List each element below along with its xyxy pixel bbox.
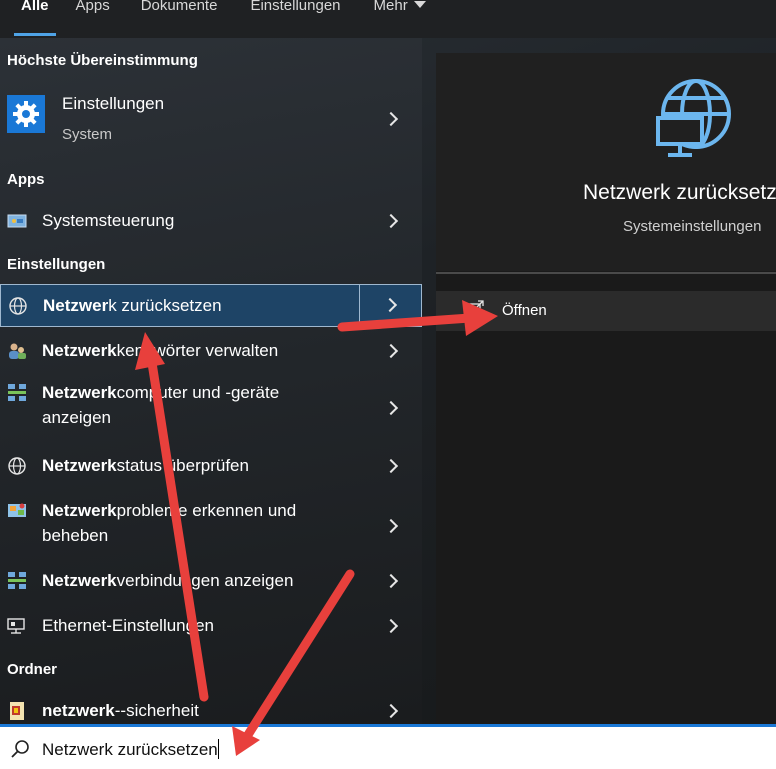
globe-monitor-icon <box>656 79 731 157</box>
filter-tabs: Alle Apps Dokumente Einstellungen Mehr <box>0 0 776 38</box>
search-bar[interactable]: Netzwerk zurücksetzen <box>0 724 776 769</box>
section-heading-apps: Apps <box>7 171 45 188</box>
result-label: Systemsteuerung <box>42 208 174 233</box>
chevron-right-icon[interactable] <box>383 213 399 229</box>
result-item-netzwerkprobleme[interactable]: Netzwerkprobleme erkennen und beheben <box>0 490 422 552</box>
open-action[interactable]: Öffnen <box>436 291 776 331</box>
section-heading-ordner: Ordner <box>7 661 58 678</box>
result-label-text: kennwörter verwalten <box>116 341 279 360</box>
divider <box>436 272 776 274</box>
result-item-netzwerkcomputer[interactable]: Netzwerkcomputer und -geräte anzeigen <box>0 372 422 434</box>
tab-apps[interactable]: Apps <box>70 0 131 38</box>
best-match-title: Einstellungen <box>62 94 165 113</box>
search-input-value: Netzwerk zurücksetzen <box>42 740 218 759</box>
result-label-line2: anzeigen <box>42 408 112 427</box>
open-external-icon <box>468 300 484 316</box>
result-label-text: status überprüfen <box>116 456 249 475</box>
result-item-systemsteuerung[interactable]: Systemsteuerung <box>0 200 422 242</box>
start-search-window: Alle Apps Dokumente Einstellungen Mehr H… <box>0 0 776 769</box>
result-label: Netzwerkcomputer und -geräte anzeigen <box>42 380 279 430</box>
search-icon <box>11 740 29 758</box>
result-label-match: Netzwerk <box>42 383 117 402</box>
folder-icon <box>10 702 24 720</box>
result-label: Netzwerkverbindungen anzeigen <box>42 568 293 593</box>
result-label-line2: beheben <box>42 526 109 545</box>
chevron-right-icon[interactable] <box>383 111 399 127</box>
chevron-right-icon[interactable] <box>383 703 399 719</box>
tab-einstellungen[interactable]: Einstellungen <box>238 0 361 38</box>
result-label-match: Netzwerk <box>42 571 117 590</box>
globe-icon <box>9 297 27 315</box>
section-heading-best-match: Höchste Übereinstimmung <box>7 52 198 69</box>
chevron-right-icon[interactable] <box>383 573 399 589</box>
results-panel: Höchste Übereinstimmung Einstellungen Sy… <box>0 38 422 724</box>
result-label-text: computer und -geräte <box>116 383 280 402</box>
result-label-text: probleme erkennen und <box>116 501 297 520</box>
preview-panel: Netzwerk zurücksetzen Systemeinstellunge… <box>436 53 776 724</box>
chevron-right-icon[interactable] <box>383 343 399 359</box>
result-label-text: k zurücksetzen <box>108 296 222 315</box>
chevron-right-icon[interactable] <box>383 618 399 634</box>
text-cursor <box>217 739 219 759</box>
result-label-match: Netzwerk <box>42 501 117 520</box>
search-input[interactable]: Netzwerk zurücksetzen <box>42 739 219 760</box>
tab-mehr[interactable]: Mehr <box>362 0 447 38</box>
result-label-text: Systemsteuerung <box>42 211 175 230</box>
best-match-subtitle: System <box>62 126 113 143</box>
network-grid-icon <box>8 572 26 589</box>
preview-subtitle: Systemeinstellungen <box>623 218 762 235</box>
chevron-down-icon <box>413 1 426 8</box>
result-label: Netzwerk zurücksetzen <box>43 293 222 318</box>
result-item-ethernet-einstellungen[interactable]: Ethernet-Einstellungen <box>0 605 422 647</box>
result-label-text: --sicherheit <box>114 701 199 720</box>
result-item-netzwerkverbindungen[interactable]: Netzwerkverbindungen anzeigen <box>0 560 422 602</box>
tab-dokumente[interactable]: Dokumente <box>131 0 239 38</box>
globe-icon <box>8 457 26 475</box>
tab-label: Alle <box>21 0 49 14</box>
result-label: Ethernet-Einstellungen <box>42 613 214 638</box>
section-heading-einstellungen: Einstellungen <box>7 256 106 273</box>
result-label-match: Netzwerk <box>42 456 117 475</box>
control-panel-icon <box>7 214 27 228</box>
gear-icon <box>7 95 45 133</box>
result-item-netzwerkkennwoerter[interactable]: Netzwerkkennwörter verwalten <box>0 330 422 372</box>
users-key-icon <box>9 343 26 359</box>
network-grid-icon <box>8 384 26 401</box>
result-label: Netzwerkprobleme erkennen und beheben <box>42 498 296 548</box>
open-action-label: Öffnen <box>502 302 547 319</box>
result-item-netzwerk-zuruecksetzen[interactable]: Netzwerk zurücksetzen <box>0 284 422 327</box>
tab-alle[interactable]: Alle <box>0 0 70 38</box>
chevron-right-icon[interactable] <box>382 297 398 313</box>
result-label: Netzwerkstatus überprüfen <box>42 453 249 478</box>
result-label-match: Netzwerk <box>42 341 117 360</box>
result-label: Netzwerkkennwörter verwalten <box>42 338 278 363</box>
result-label-match: netzwerk <box>42 701 115 720</box>
tab-label: Einstellungen <box>250 0 341 14</box>
result-item-netzwerkstatus[interactable]: Netzwerkstatus überprüfen <box>0 445 422 487</box>
divider <box>359 285 360 326</box>
preview-title: Netzwerk zurücksetzen <box>583 181 776 204</box>
best-match-item[interactable]: Einstellungen System <box>0 88 422 150</box>
chevron-right-icon[interactable] <box>383 400 399 416</box>
result-label: netzwerk--sicherheit <box>42 698 199 723</box>
monitor-network-icon <box>7 618 25 634</box>
result-label-match: Netzwer <box>43 296 109 315</box>
tab-label: Dokumente <box>140 0 218 14</box>
tab-label: Apps <box>75 0 110 14</box>
chevron-right-icon[interactable] <box>383 518 399 534</box>
tab-label: Mehr <box>373 0 408 14</box>
preview-header: Netzwerk zurücksetzen Systemeinstellunge… <box>436 53 776 271</box>
result-label-text: verbindungen anzeigen <box>116 571 294 590</box>
chevron-right-icon[interactable] <box>383 458 399 474</box>
result-label-text: Ethernet-Einstellungen <box>42 616 215 635</box>
network-troubleshoot-icon <box>8 503 26 517</box>
